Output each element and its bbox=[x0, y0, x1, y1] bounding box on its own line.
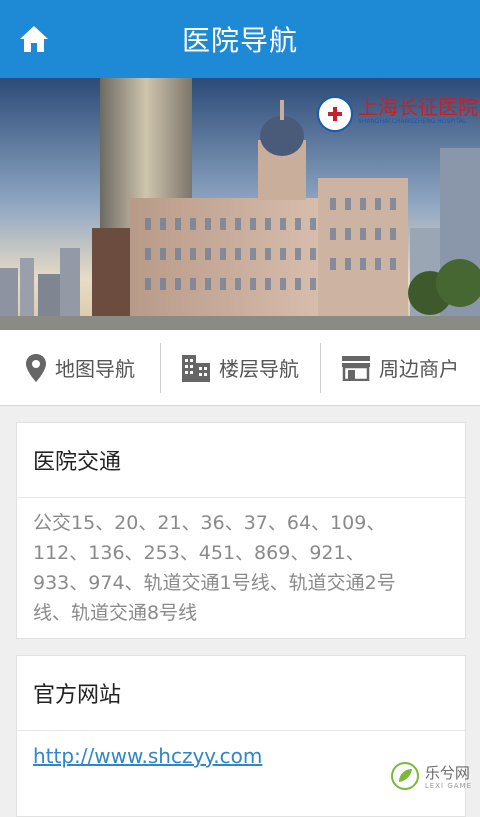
hospital-logo-text: 上海长征医院 bbox=[358, 95, 478, 119]
watermark: 乐兮网 LEXI GAME bbox=[390, 762, 472, 790]
hospital-banner-image: 上海长征医院 SHANGHAI CHANGZHENG HOSPITAL bbox=[0, 78, 480, 330]
watermark-text: 乐兮网 bbox=[424, 763, 470, 782]
building-icon bbox=[182, 354, 210, 382]
hospital-logo bbox=[317, 96, 353, 132]
storefront-icon bbox=[342, 355, 370, 381]
hospital-logo-subtext: SHANGHAI CHANGZHENG HOSPITAL bbox=[358, 118, 467, 125]
location-pin-icon bbox=[26, 353, 46, 382]
watermark-subtext: LEXI GAME bbox=[424, 781, 472, 790]
floor-navigation-button[interactable]: 楼层导航 bbox=[160, 330, 320, 405]
home-button[interactable] bbox=[14, 19, 54, 59]
transport-card-title: 医院交通 bbox=[17, 423, 465, 498]
nearby-shops-button[interactable]: 周边商户 bbox=[320, 330, 480, 405]
transport-line: 公交15、20、21、36、37、64、109、 bbox=[33, 512, 386, 534]
website-card-title: 官方网站 bbox=[17, 656, 465, 731]
transport-card-body: 公交15、20、21、36、37、64、109、 112、136、253、451… bbox=[17, 498, 465, 642]
transport-line: 线、轨道交通8号线 bbox=[33, 602, 198, 624]
nav-row: 地图导航 楼层导航 周边商户 bbox=[0, 330, 480, 406]
website-card: 官方网站 http://www.shczyy.com bbox=[16, 655, 466, 817]
map-navigation-label: 地图导航 bbox=[55, 357, 135, 381]
app-bar: 医院导航 bbox=[0, 0, 480, 78]
transport-line: 112、136、253、451、869、921、 bbox=[33, 542, 365, 564]
watermark-leaf-icon bbox=[390, 762, 419, 790]
page-title: 医院导航 bbox=[181, 24, 298, 57]
website-link[interactable]: http://www.shczyy.com bbox=[33, 744, 262, 768]
transport-card: 医院交通 公交15、20、21、36、37、64、109、 112、136、25… bbox=[16, 422, 466, 639]
map-navigation-button[interactable]: 地图导航 bbox=[0, 330, 160, 405]
nearby-shops-label: 周边商户 bbox=[379, 357, 459, 381]
transport-line: 933、974、轨道交通1号线、轨道交通2号 bbox=[33, 572, 396, 594]
home-icon bbox=[20, 26, 48, 52]
floor-navigation-label: 楼层导航 bbox=[219, 357, 299, 381]
